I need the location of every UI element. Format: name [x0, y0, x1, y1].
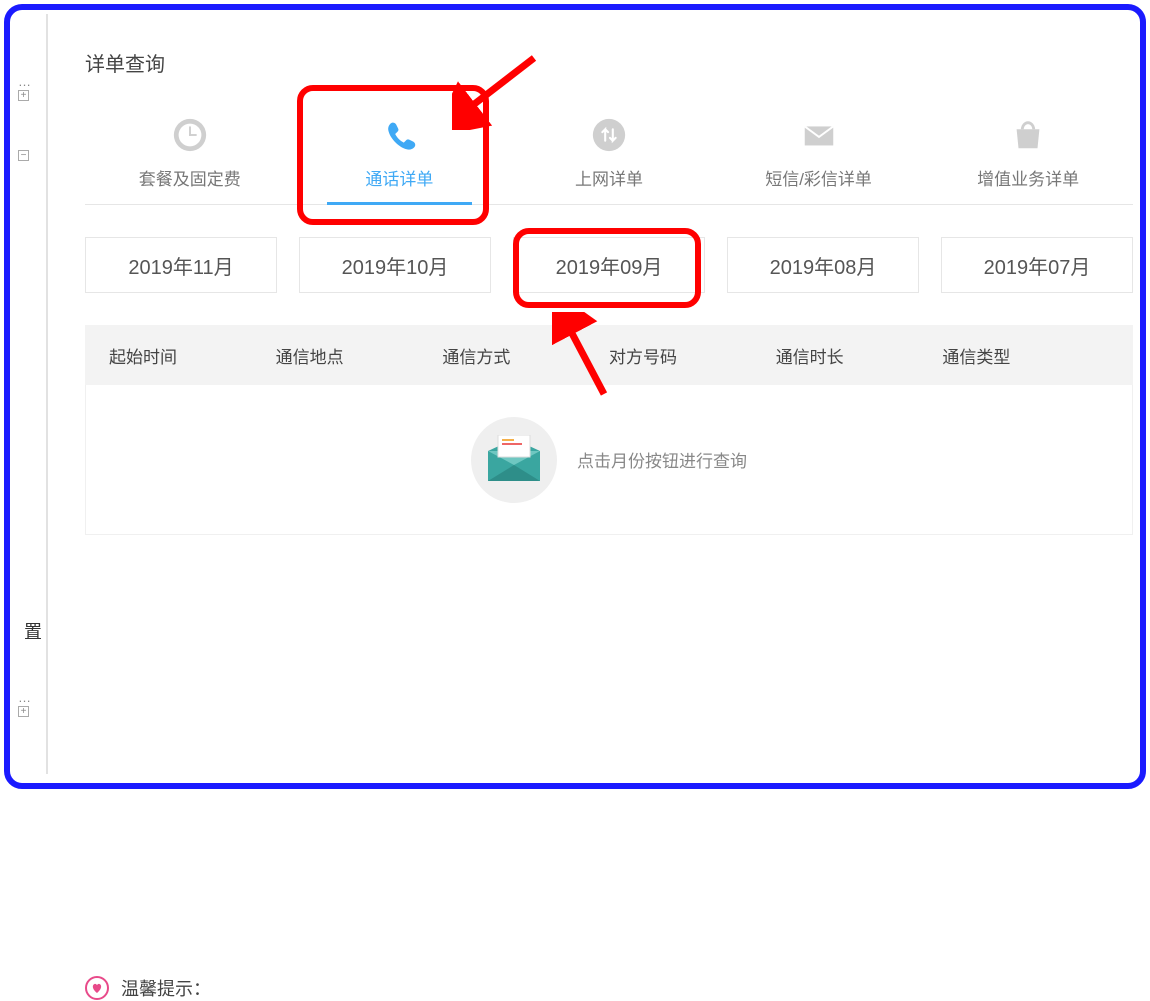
tab-label: 套餐及固定费 — [139, 165, 241, 190]
bag-icon — [1008, 115, 1048, 155]
tab-label: 通话详单 — [365, 165, 433, 190]
tips-row: 温馨提示： — [85, 975, 1133, 1001]
plus-icon: + — [18, 90, 29, 101]
tab-call-detail[interactable]: 通话详单 — [295, 107, 505, 204]
col-location: 通信地点 — [276, 343, 443, 368]
col-duration: 通信时长 — [776, 343, 943, 368]
phone-icon — [379, 115, 419, 155]
month-button[interactable]: 2019年10月 — [299, 237, 491, 293]
table-header: 起始时间 通信地点 通信方式 对方号码 通信时长 通信类型 — [85, 325, 1133, 385]
tips-label: 温馨提示： — [121, 975, 211, 1001]
main-content: 详单查询 套餐及固定费 通话详单 上网详单 短信/彩信详单 — [85, 48, 1133, 751]
tab-sms-detail[interactable]: 短信/彩信详单 — [714, 107, 924, 204]
month-button[interactable]: 2019年09月 — [513, 237, 705, 293]
clock-icon — [170, 115, 210, 155]
tab-label: 增值业务详单 — [977, 165, 1079, 190]
month-selector: 2019年11月 2019年10月 2019年09月 2019年08月 2019… — [85, 237, 1133, 293]
plus-icon: + — [18, 706, 29, 717]
month-button[interactable]: 2019年08月 — [727, 237, 919, 293]
empty-state: 点击月份按钮进行查询 — [85, 385, 1133, 535]
sidebar-text: 置 — [24, 618, 42, 644]
tab-plan-fee[interactable]: 套餐及固定费 — [85, 107, 295, 204]
col-method: 通信方式 — [442, 343, 609, 368]
col-peer: 对方号码 — [609, 343, 776, 368]
heart-icon — [85, 976, 109, 1000]
col-start-time: 起始时间 — [109, 343, 276, 368]
category-tabs: 套餐及固定费 通话详单 上网详单 短信/彩信详单 增值业务详单 — [85, 107, 1133, 205]
mail-icon — [799, 115, 839, 155]
divider — [46, 14, 48, 774]
month-button[interactable]: 2019年07月 — [941, 237, 1133, 293]
month-button[interactable]: 2019年11月 — [85, 237, 277, 293]
tab-value-added[interactable]: 增值业务详单 — [923, 107, 1133, 204]
briefcase-icon — [471, 417, 557, 503]
tab-label: 上网详单 — [575, 165, 643, 190]
minus-icon: − — [18, 150, 29, 161]
page-title: 详单查询 — [85, 48, 1133, 77]
tab-label: 短信/彩信详单 — [765, 165, 872, 190]
tab-data-detail[interactable]: 上网详单 — [504, 107, 714, 204]
col-type: 通信类型 — [942, 343, 1109, 368]
dots-icon: … — [18, 74, 31, 89]
sidebar-remnant: … + − 置 … + — [18, 0, 48, 793]
updown-icon — [589, 115, 629, 155]
empty-hint-text: 点击月份按钮进行查询 — [577, 447, 747, 472]
dots-icon: … — [18, 690, 31, 705]
